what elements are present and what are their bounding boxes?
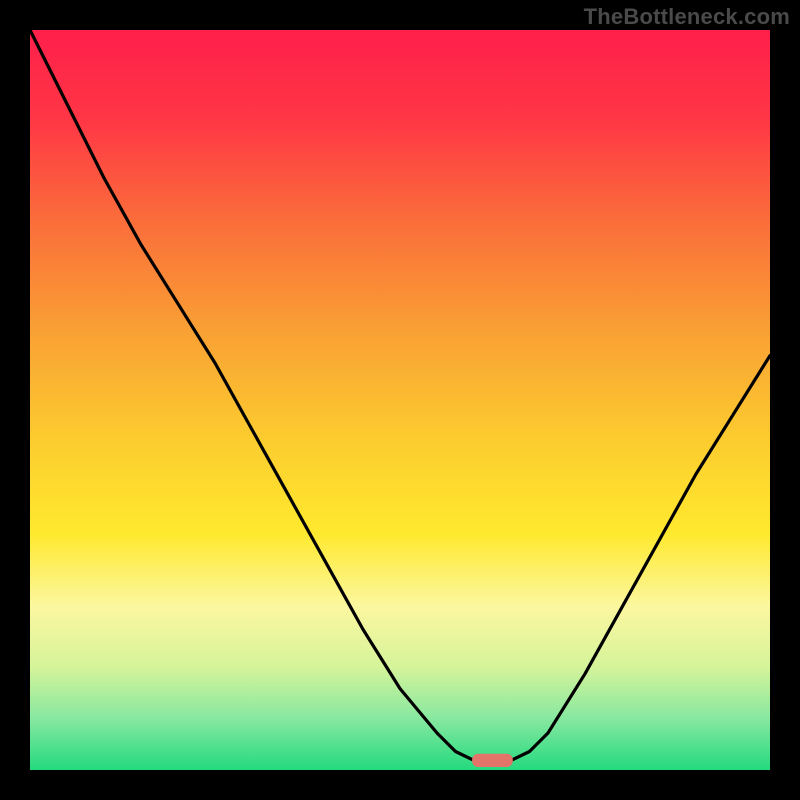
watermark-text: TheBottleneck.com bbox=[584, 4, 790, 30]
plot-area bbox=[30, 30, 770, 770]
chart-frame: TheBottleneck.com bbox=[0, 0, 800, 800]
optimal-marker bbox=[472, 754, 513, 767]
heatmap-background bbox=[30, 30, 770, 770]
bottleneck-chart bbox=[30, 30, 770, 770]
